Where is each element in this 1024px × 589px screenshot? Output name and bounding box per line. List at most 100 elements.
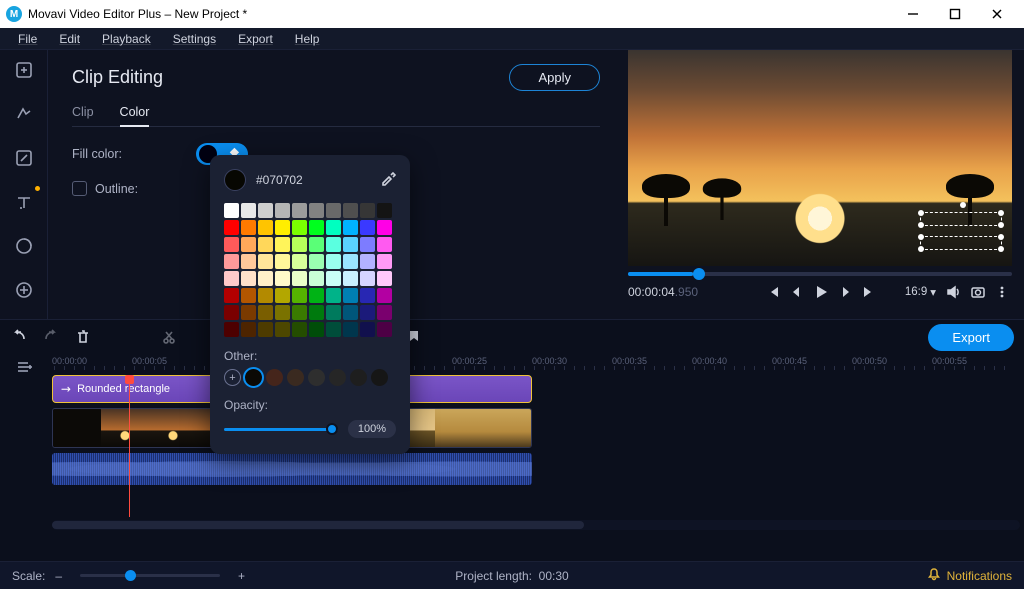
color-swatch[interactable] — [360, 220, 375, 235]
color-swatch[interactable] — [241, 203, 256, 218]
apply-button[interactable]: Apply — [509, 64, 600, 91]
add-color-button[interactable]: + — [224, 369, 241, 386]
current-color-swatch[interactable] — [224, 169, 246, 191]
color-swatch[interactable] — [326, 254, 341, 269]
volume-button[interactable] — [944, 282, 964, 302]
other-color-swatch[interactable] — [266, 369, 283, 386]
color-swatch[interactable] — [292, 203, 307, 218]
color-swatch[interactable] — [343, 237, 358, 252]
color-swatch[interactable] — [343, 220, 358, 235]
title-overlay-box[interactable] — [920, 212, 1002, 226]
color-swatch[interactable] — [292, 237, 307, 252]
export-button[interactable]: Export — [928, 324, 1014, 351]
step-back-button[interactable] — [787, 282, 807, 302]
color-swatch[interactable] — [377, 322, 392, 337]
menu-help[interactable]: Help — [285, 30, 330, 48]
next-clip-button[interactable] — [859, 282, 879, 302]
window-maximize-button[interactable] — [934, 0, 976, 28]
color-swatch[interactable] — [326, 288, 341, 303]
timeline-main[interactable]: 00:00:0000:00:0500:00:1000:00:1500:00:20… — [48, 354, 1024, 561]
eyedropper-button[interactable] — [380, 170, 396, 191]
menu-export[interactable]: Export — [228, 30, 283, 48]
color-swatch[interactable] — [343, 305, 358, 320]
color-swatch[interactable] — [309, 322, 324, 337]
color-swatch[interactable] — [326, 203, 341, 218]
color-swatch[interactable] — [360, 271, 375, 286]
color-swatch[interactable] — [224, 254, 239, 269]
color-swatch[interactable] — [275, 237, 290, 252]
color-swatch[interactable] — [360, 305, 375, 320]
color-swatch[interactable] — [241, 305, 256, 320]
color-swatch[interactable] — [258, 220, 273, 235]
color-swatch[interactable] — [292, 305, 307, 320]
color-swatch[interactable] — [258, 305, 273, 320]
color-swatch[interactable] — [241, 237, 256, 252]
color-swatch[interactable] — [326, 305, 341, 320]
color-swatch[interactable] — [224, 203, 239, 218]
sidebar-titles-icon[interactable] — [10, 188, 38, 216]
sidebar-import-icon[interactable] — [10, 56, 38, 84]
color-swatch[interactable] — [360, 322, 375, 337]
delete-button[interactable] — [74, 328, 92, 346]
color-swatch[interactable] — [258, 271, 273, 286]
color-swatch[interactable] — [224, 288, 239, 303]
color-swatch[interactable] — [258, 288, 273, 303]
timeline-scrollbar[interactable] — [52, 520, 1020, 530]
split-button[interactable] — [160, 328, 178, 346]
color-swatch[interactable] — [224, 237, 239, 252]
play-button[interactable] — [811, 282, 831, 302]
color-swatch[interactable] — [309, 237, 324, 252]
video-track[interactable]: 👁 🔊 — [52, 408, 1024, 450]
add-track-button[interactable] — [15, 358, 33, 376]
color-swatch[interactable] — [224, 271, 239, 286]
color-swatch[interactable] — [309, 254, 324, 269]
color-swatch[interactable] — [258, 254, 273, 269]
overlay-handle[interactable] — [960, 202, 966, 208]
color-swatch[interactable] — [275, 305, 290, 320]
sidebar-transitions-icon[interactable] — [10, 144, 38, 172]
color-swatch[interactable] — [377, 203, 392, 218]
opacity-slider[interactable] — [224, 428, 338, 431]
color-swatch[interactable] — [224, 220, 239, 235]
preview-video[interactable] — [628, 50, 1012, 266]
color-swatch[interactable] — [343, 203, 358, 218]
color-swatch[interactable] — [309, 203, 324, 218]
color-swatch[interactable] — [309, 305, 324, 320]
prev-clip-button[interactable] — [763, 282, 783, 302]
color-swatch[interactable] — [275, 220, 290, 235]
color-swatch[interactable] — [360, 203, 375, 218]
color-swatch[interactable] — [292, 322, 307, 337]
color-swatch[interactable] — [343, 271, 358, 286]
color-swatch[interactable] — [292, 271, 307, 286]
sidebar-filters-icon[interactable] — [10, 100, 38, 128]
step-forward-button[interactable] — [835, 282, 855, 302]
color-swatch[interactable] — [309, 288, 324, 303]
other-color-swatch[interactable] — [287, 369, 304, 386]
color-swatch[interactable] — [343, 288, 358, 303]
menu-settings[interactable]: Settings — [163, 30, 226, 48]
scale-slider[interactable] — [80, 574, 220, 577]
color-swatch[interactable] — [343, 254, 358, 269]
color-swatch[interactable] — [241, 254, 256, 269]
sidebar-stickers-icon[interactable] — [10, 232, 38, 260]
color-swatch[interactable] — [309, 271, 324, 286]
title-overlay-box[interactable] — [920, 236, 1002, 250]
menu-edit[interactable]: Edit — [49, 30, 90, 48]
menu-playback[interactable]: Playback — [92, 30, 161, 48]
preview-scrubber[interactable] — [628, 272, 1012, 276]
color-swatch[interactable] — [292, 220, 307, 235]
color-swatch[interactable] — [377, 288, 392, 303]
scale-thumb[interactable] — [125, 570, 136, 581]
color-swatch[interactable] — [224, 322, 239, 337]
aspect-ratio-selector[interactable]: 16:9▾ — [901, 283, 940, 301]
color-swatch[interactable] — [241, 271, 256, 286]
hex-value[interactable]: #070702 — [256, 173, 303, 187]
notifications-button[interactable]: Notifications — [927, 567, 1012, 584]
color-swatch[interactable] — [275, 203, 290, 218]
outline-checkbox[interactable] — [72, 181, 87, 196]
color-swatch[interactable] — [377, 220, 392, 235]
audio-track[interactable] — [52, 453, 532, 485]
color-swatch[interactable] — [360, 288, 375, 303]
color-swatch[interactable] — [292, 288, 307, 303]
color-swatch[interactable] — [258, 203, 273, 218]
